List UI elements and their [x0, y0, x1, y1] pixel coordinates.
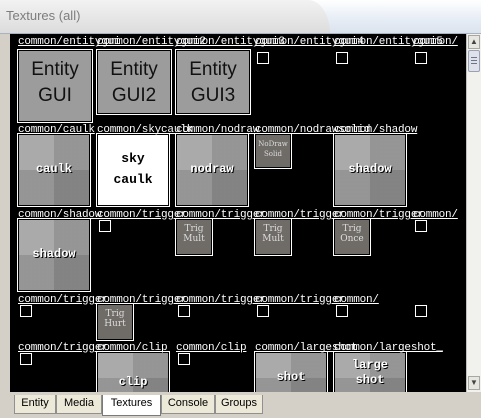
- thumb-text: shot: [355, 373, 385, 387]
- thumb-text: Entity: [31, 59, 79, 80]
- arrow-up-icon[interactable]: ▲: [468, 35, 480, 49]
- thumb-text: NoDraw: [258, 140, 288, 148]
- empty-texture-box[interactable]: [257, 305, 269, 317]
- texture-thumb-trigger-once[interactable]: Trig Once: [333, 218, 371, 256]
- window-title: Textures (all): [6, 8, 81, 23]
- thumb-text: shot: [276, 370, 306, 384]
- empty-texture-box[interactable]: [178, 353, 190, 365]
- thumb-text: Mult: [262, 234, 284, 244]
- texture-thumb-trigger-multiple[interactable]: Trig Mult: [254, 218, 292, 256]
- texture-thumb-nodrawsolid[interactable]: NoDraw Solid: [254, 133, 292, 169]
- thumb-text: Entity: [189, 59, 237, 80]
- empty-texture-box[interactable]: [257, 52, 269, 64]
- texture-thumb-skycaulk[interactable]: sky caulk: [96, 133, 170, 207]
- empty-texture-box[interactable]: [20, 353, 32, 365]
- empty-texture-box[interactable]: [415, 220, 427, 232]
- texture-thumb-clip[interactable]: clip: [96, 351, 170, 392]
- thumb-text: shadow: [32, 247, 76, 261]
- thumb-text: Trig: [342, 224, 362, 234]
- empty-texture-box[interactable]: [336, 52, 348, 64]
- thumb-text: Trig: [184, 224, 204, 234]
- thumb-text: GUI3: [190, 85, 236, 106]
- texture-thumb-largeshot[interactable]: large shot: [333, 351, 407, 392]
- texture-thumb-trigger-hurt[interactable]: Trig Hurt: [96, 303, 134, 341]
- tab-media[interactable]: Media: [56, 395, 102, 414]
- texture-thumb-entitygui2[interactable]: Entity GUI2: [96, 49, 172, 115]
- title-bar: Textures (all): [0, 0, 481, 34]
- thumb-text: Trig: [105, 309, 125, 319]
- thumb-text: Trig: [263, 224, 283, 234]
- thumb-text: clip: [118, 375, 148, 389]
- thumb-text: sky: [121, 151, 145, 166]
- texture-thumb-caulk[interactable]: caulk: [17, 133, 91, 207]
- texture-thumb-largeshot[interactable]: shot: [254, 351, 328, 392]
- empty-texture-box[interactable]: [415, 52, 427, 64]
- thumb-text: shadow: [348, 162, 392, 176]
- texture-thumb-shadow[interactable]: shadow: [333, 133, 407, 207]
- texture-thumb-shadow[interactable]: shadow: [17, 218, 91, 292]
- arrow-down-icon[interactable]: ▼: [468, 376, 480, 390]
- tab-groups[interactable]: Groups: [215, 395, 263, 414]
- texture-thumb-entitygui[interactable]: Entity GUI: [17, 49, 93, 123]
- texture-thumb-nodraw[interactable]: nodraw: [175, 133, 249, 207]
- thumb-text: Once: [340, 234, 364, 244]
- thumb-text: Mult: [183, 234, 205, 244]
- texture-thumb-trigger-multiple[interactable]: Trig Mult: [175, 218, 213, 256]
- thumb-text: Entity: [110, 59, 158, 80]
- thumb-text: Solid: [264, 150, 282, 158]
- thumb-text: GUI2: [111, 85, 157, 106]
- empty-texture-box[interactable]: [415, 305, 427, 317]
- texture-thumb-entitygui3[interactable]: Entity GUI3: [175, 49, 251, 115]
- thumb-text: caulk: [113, 172, 153, 187]
- empty-texture-box[interactable]: [336, 305, 348, 317]
- thumb-text: GUI: [38, 85, 72, 106]
- texture-label: common/: [413, 36, 458, 48]
- thumb-text: Hurt: [104, 319, 126, 329]
- empty-texture-box[interactable]: [178, 305, 190, 317]
- textures-window: Textures (all) common/entitygui common/e…: [0, 0, 481, 418]
- empty-texture-box[interactable]: [20, 305, 32, 317]
- tab-textures[interactable]: Textures: [102, 395, 161, 416]
- texture-browser-canvas[interactable]: common/entitygui common/entitygui2 commo…: [10, 34, 466, 392]
- thumb-text: caulk: [35, 162, 72, 176]
- thumb-text: nodraw: [190, 162, 234, 176]
- empty-texture-box[interactable]: [99, 220, 111, 232]
- tab-entity[interactable]: Entity: [14, 395, 56, 414]
- tab-console[interactable]: Console: [161, 395, 215, 414]
- vertical-scrollbar[interactable]: ▲ ▼: [466, 34, 481, 392]
- thumb-text: large: [351, 358, 388, 372]
- scroll-thumb[interactable]: [468, 50, 480, 72]
